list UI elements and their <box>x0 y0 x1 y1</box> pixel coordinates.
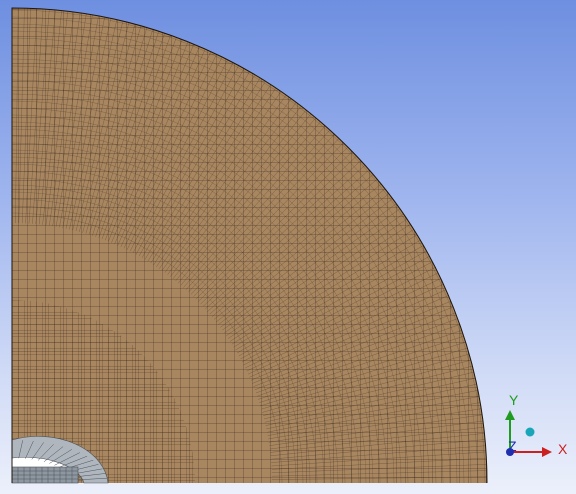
x-axis-arrow <box>542 447 552 457</box>
graphics-viewport[interactable]: X Y Z <box>0 0 576 494</box>
coordinate-triad: X Y Z <box>505 392 568 457</box>
z-axis-label: Z <box>508 438 517 454</box>
iso-ball-icon[interactable] <box>525 427 535 437</box>
y-axis-arrow <box>505 410 515 420</box>
quarter-disk-mesh[interactable] <box>0 0 576 494</box>
x-axis-label: X <box>558 441 568 457</box>
y-axis-label: Y <box>509 392 519 408</box>
